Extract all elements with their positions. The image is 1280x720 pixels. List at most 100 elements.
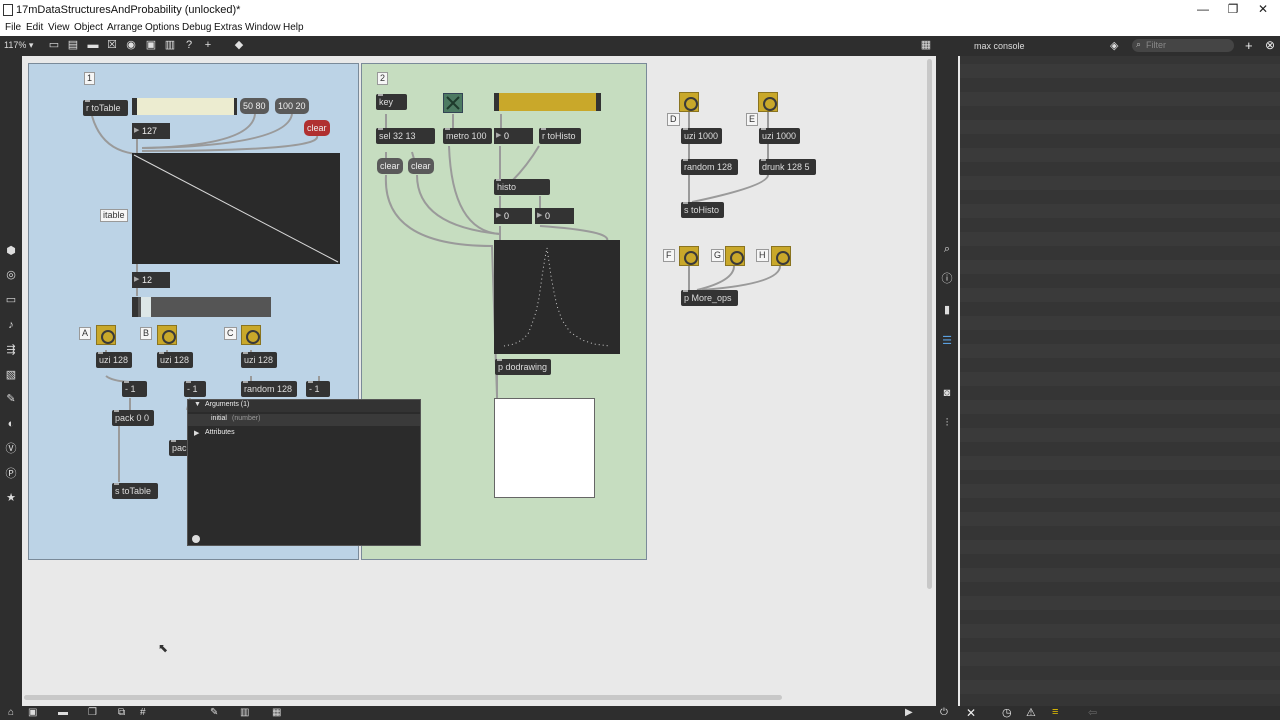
music-icon[interactable]: ♪ — [4, 318, 18, 332]
search-icon[interactable]: ⌕ — [940, 242, 954, 256]
zoom-level[interactable]: 117% ▾ — [4, 40, 33, 51]
metro-100[interactable]: metro 100 — [443, 128, 492, 144]
columns-icon[interactable]: ▥ — [240, 707, 249, 718]
menu-help[interactable]: Help — [283, 22, 304, 33]
clear-console-icon[interactable]: ✕ — [966, 706, 976, 720]
star-icon[interactable]: ★ — [4, 491, 18, 505]
grid-icon[interactable]: # — [140, 707, 146, 718]
maximize-button[interactable]: ❐ — [1218, 2, 1248, 18]
histo-object[interactable]: histo — [494, 179, 550, 195]
argument-row[interactable]: initial (number) — [188, 414, 420, 426]
close-console-icon[interactable]: ⊗ — [1265, 38, 1275, 52]
uzi-1000-e[interactable]: uzi 1000 — [759, 128, 800, 144]
menu-options[interactable]: Options — [145, 22, 179, 33]
new-object-icon[interactable]: ▤ — [67, 39, 79, 51]
vertical-scrollbar[interactable] — [927, 59, 932, 589]
number-box-0c[interactable]: 0 — [535, 208, 574, 224]
number-box-0a[interactable]: 0 — [494, 128, 533, 144]
levels-icon[interactable]: ≡ — [1052, 706, 1058, 718]
close-window-button[interactable]: ✕ — [1248, 2, 1278, 18]
v-icon[interactable]: Ⓥ — [4, 442, 18, 456]
presentation-mode-icon[interactable]: ▬ — [58, 707, 68, 718]
toggle-icon[interactable]: ☒ — [106, 39, 118, 51]
console-filter-field[interactable]: ⌕ Filter — [1132, 39, 1234, 52]
key-object[interactable]: key — [376, 94, 407, 110]
package-icon[interactable]: ⬢ — [4, 244, 18, 258]
arguments-section[interactable]: ▼ Arguments (1) — [188, 400, 420, 412]
bang-d[interactable] — [679, 92, 699, 112]
slider-handle[interactable] — [141, 297, 151, 317]
lock-icon[interactable]: ⌂ — [8, 707, 14, 718]
wrench-icon[interactable]: ✎ — [210, 707, 218, 718]
brush-icon[interactable]: ◐ — [4, 417, 18, 431]
menu-edit[interactable]: Edit — [26, 22, 43, 33]
sel-32-13[interactable]: sel 32 13 — [376, 128, 435, 144]
back-icon[interactable]: ⇦ — [1088, 706, 1097, 719]
presentation-icon[interactable]: ▭ — [48, 39, 60, 51]
send-totable[interactable]: s toTable — [112, 483, 158, 499]
menu-debug[interactable]: Debug — [182, 22, 211, 33]
pack-0-0[interactable]: pack 0 0 — [112, 410, 154, 426]
target-icon[interactable]: ◎ — [4, 268, 18, 282]
camera-icon[interactable]: ◙ — [940, 386, 954, 400]
uzi-1000-d[interactable]: uzi 1000 — [681, 128, 722, 144]
menu-arrange[interactable]: Arrange — [107, 22, 143, 33]
p-icon[interactable]: Ⓟ — [4, 467, 18, 481]
book-icon[interactable]: ▮ — [940, 303, 954, 317]
bang-a[interactable] — [96, 325, 116, 345]
clear-button-2[interactable]: clear — [408, 158, 434, 174]
minimize-button[interactable]: — — [1188, 2, 1218, 18]
bang-g[interactable] — [725, 246, 745, 266]
clear-button[interactable]: clear — [304, 120, 330, 136]
windows-icon[interactable]: ❐ — [88, 707, 97, 718]
add-icon[interactable]: + — [1245, 38, 1253, 53]
itable-display[interactable] — [132, 153, 340, 264]
bang-h[interactable] — [771, 246, 791, 266]
receive-tohisto[interactable]: r toHisto — [539, 128, 581, 144]
close-popup-icon[interactable] — [192, 535, 200, 543]
minus-1-c[interactable]: - 1 — [306, 381, 330, 397]
drawing-canvas[interactable] — [494, 398, 595, 498]
p-dodrawing[interactable]: p dodrawing — [495, 359, 551, 375]
number-box-127[interactable]: 127 — [132, 123, 170, 139]
comment-icon[interactable]: ▬ — [87, 39, 99, 51]
info-icon[interactable]: ⓘ — [940, 272, 954, 286]
number-box-12[interactable]: 12 — [132, 272, 170, 288]
send-tohisto[interactable]: s toHisto — [681, 202, 724, 218]
clip-icon[interactable]: ✎ — [4, 392, 18, 406]
attributes-section[interactable]: ▶ Attributes — [188, 428, 420, 440]
random-128-d[interactable]: random 128 — [681, 159, 738, 175]
device-icon[interactable]: ▭ — [4, 293, 18, 307]
random-128[interactable]: random 128 — [241, 381, 297, 397]
minus-1-b[interactable]: - 1 — [184, 381, 206, 397]
clock-icon[interactable]: ◷ — [1002, 706, 1012, 719]
image-icon[interactable]: ▧ — [4, 368, 18, 382]
number-icon[interactable]: ▣ — [145, 39, 157, 51]
grid-icon[interactable]: ▦ — [920, 39, 932, 51]
message-display[interactable] — [132, 98, 237, 115]
help-icon[interactable]: ? — [183, 39, 195, 51]
slider[interactable] — [132, 297, 271, 317]
drunk-128-5[interactable]: drunk 128 5 — [759, 159, 816, 175]
bang-f[interactable] — [679, 246, 699, 266]
toggle[interactable] — [443, 93, 463, 113]
menu-object[interactable]: Object — [74, 22, 103, 33]
step-icon[interactable]: ⇶ — [4, 343, 18, 357]
histogram-display[interactable] — [494, 240, 620, 354]
number-box-0b[interactable]: 0 — [494, 208, 532, 224]
power-icon[interactable]: ⏻ — [940, 707, 948, 718]
bang-c[interactable] — [241, 325, 261, 345]
list-icon[interactable]: ☰ — [940, 334, 954, 348]
menu-file[interactable]: File — [5, 22, 21, 33]
uzi-128-a[interactable]: uzi 128 — [96, 352, 132, 368]
p-more-ops[interactable]: p More_ops — [681, 290, 738, 306]
patcher-canvas[interactable]: 1 r toTable 50 80 100 20 clear 127 itabl… — [22, 56, 936, 706]
uzi-128-b[interactable]: uzi 128 — [157, 352, 193, 368]
play-icon[interactable]: ▶ — [905, 707, 913, 718]
minus-1-a[interactable]: - 1 — [122, 381, 147, 397]
add-icon[interactable]: + — [202, 39, 214, 51]
horizontal-scrollbar[interactable] — [24, 695, 782, 700]
button-icon[interactable]: ◉ — [125, 39, 137, 51]
clear-button-1[interactable]: clear — [377, 158, 403, 174]
warning-icon[interactable]: ⚠ — [1026, 706, 1036, 719]
